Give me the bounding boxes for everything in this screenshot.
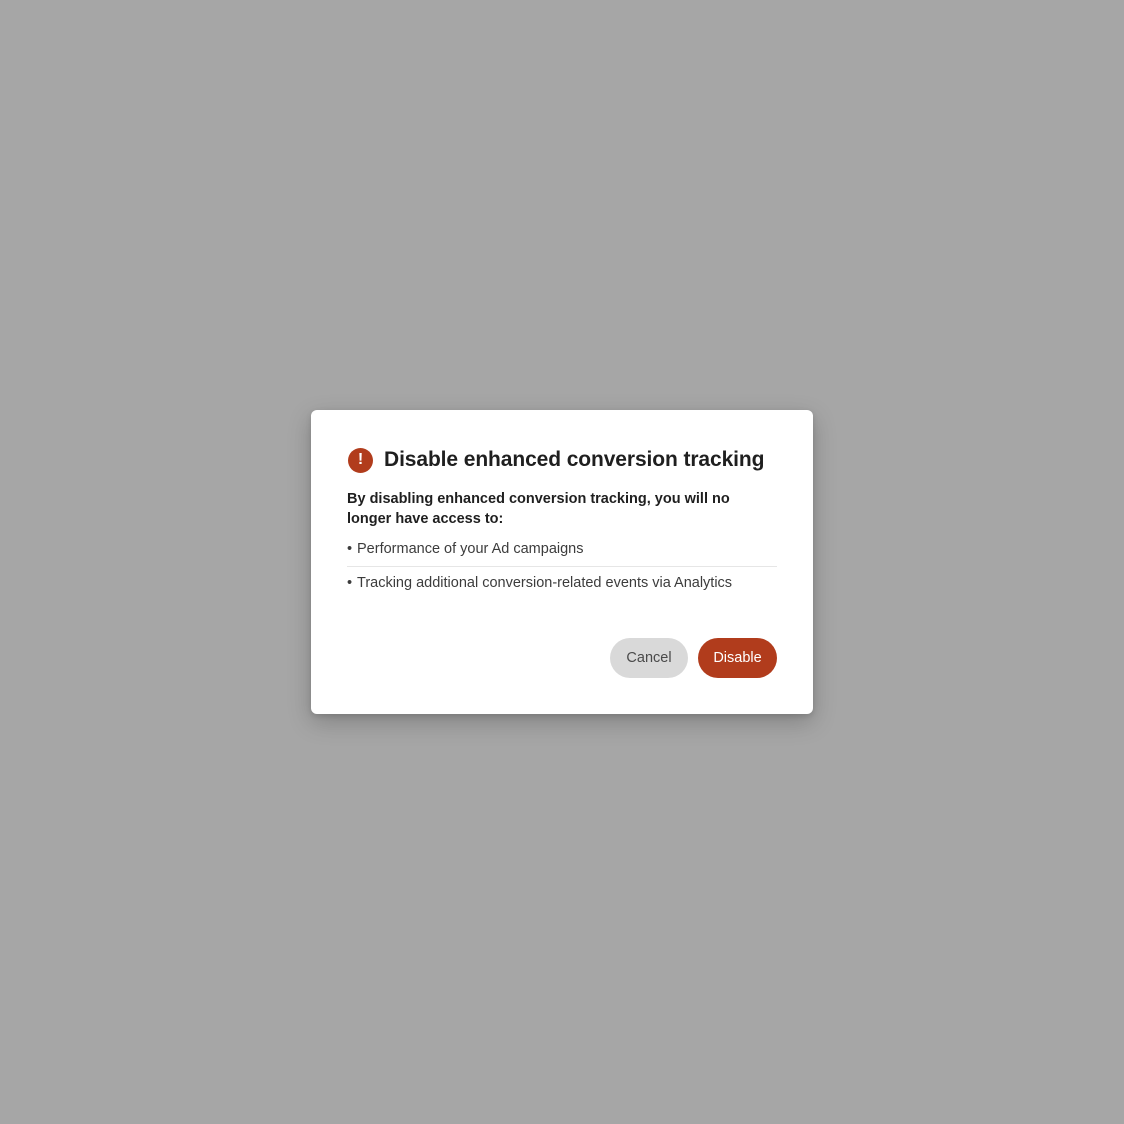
list-item-label: Performance of your Ad campaigns (357, 541, 584, 557)
dialog-title: Disable enhanced conversion tracking (384, 448, 765, 471)
bullet: • (347, 575, 353, 591)
alert-icon-glyph: ! (357, 451, 364, 468)
alert-exclamation-icon: ! (348, 447, 373, 473)
dialog-header: ! Disable enhanced conversion tracking (348, 446, 777, 474)
list-item: • Tracking additional conversion-related… (347, 566, 777, 599)
dialog-description: By disabling enhanced conversion trackin… (347, 491, 730, 527)
cancel-button[interactable]: Cancel (610, 638, 688, 678)
list-item: • Performance of your Ad campaigns (347, 541, 777, 566)
lost-features-list: • Performance of your Ad campaigns • Tra… (347, 541, 777, 599)
dialog-actions: Cancel Disable (610, 638, 777, 678)
bullet: • (347, 541, 353, 557)
list-item-label: Tracking additional conversion-related e… (357, 575, 733, 591)
disable-button[interactable]: Disable (698, 638, 777, 678)
disable-tracking-dialog: ! Disable enhanced conversion tracking B… (311, 410, 813, 714)
